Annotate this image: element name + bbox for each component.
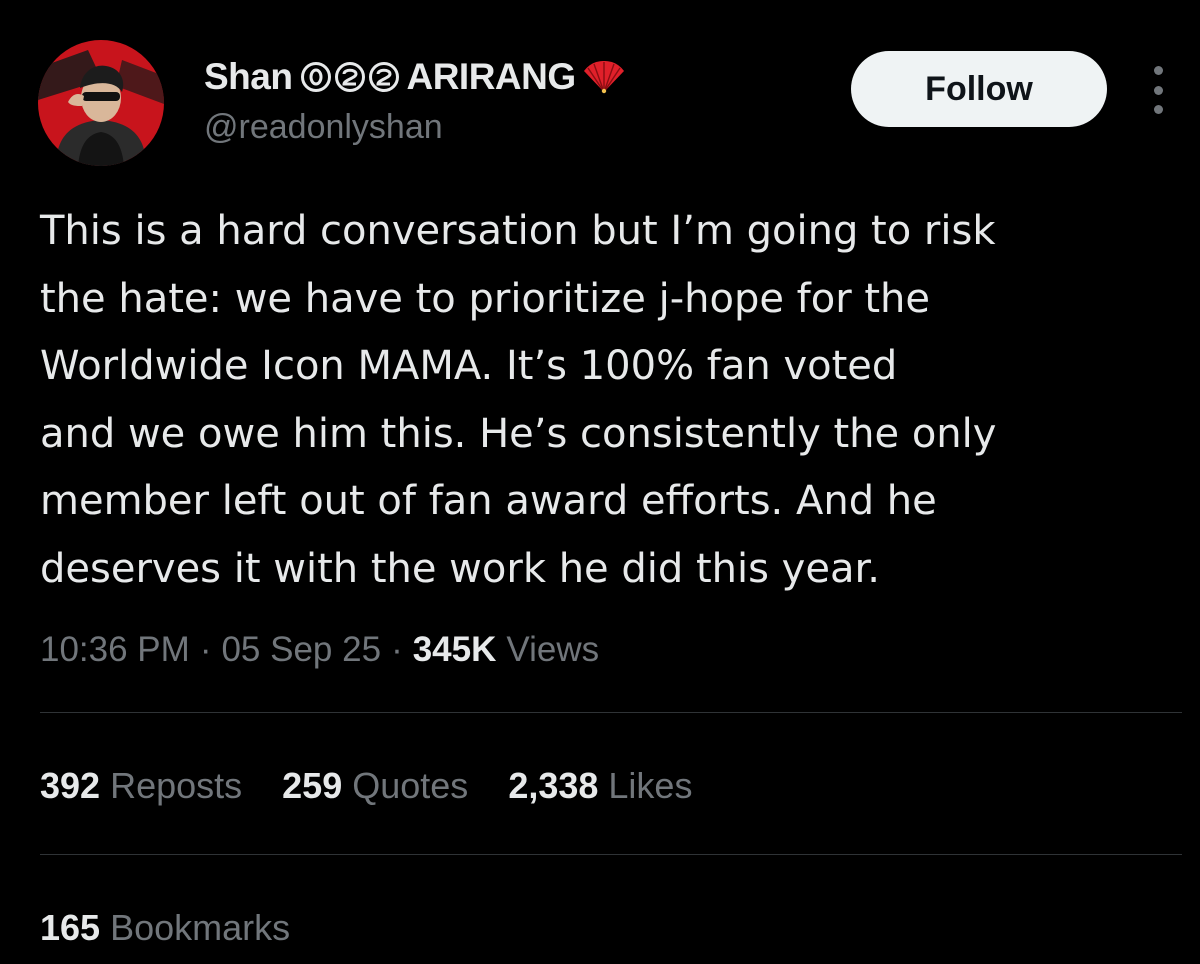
avatar[interactable] xyxy=(38,40,164,166)
circled-two-icon xyxy=(335,62,366,92)
views-label[interactable]: Views xyxy=(506,630,599,670)
name-badges xyxy=(300,61,400,93)
bookmarks-stat[interactable]: 165 Bookmarks xyxy=(40,907,290,949)
tweet-text-line: member left out of fan award efforts. An… xyxy=(40,478,937,525)
follow-button[interactable]: Follow xyxy=(851,51,1107,127)
reposts-label: Reposts xyxy=(110,765,243,806)
tweet-text: This is a hard conversation but I’m goin… xyxy=(40,198,1180,604)
likes-count: 2,338 xyxy=(508,765,599,806)
vertical-ellipsis-icon xyxy=(1153,85,1163,95)
circled-two-icon xyxy=(369,62,400,92)
reposts-stat[interactable]: 392 Reposts xyxy=(40,765,242,807)
quotes-stat[interactable]: 259 Quotes xyxy=(282,765,468,807)
author-name-row[interactable]: Shan ARIRANG xyxy=(204,52,626,102)
bookmarks-stat-row: 165 Bookmarks xyxy=(40,900,290,956)
views-count[interactable]: 345K xyxy=(413,630,497,670)
tweet-text-line: the hate: we have to prioritize j-hope f… xyxy=(40,275,931,322)
author-display-name[interactable]: Shan xyxy=(204,56,293,98)
divider xyxy=(40,854,1182,855)
likes-stat[interactable]: 2,338 Likes xyxy=(508,765,692,807)
bookmarks-label: Bookmarks xyxy=(110,907,291,948)
author-handle[interactable]: @readonlyshan xyxy=(204,108,443,147)
author-name-suffix: ARIRANG xyxy=(406,56,576,97)
more-options-button[interactable] xyxy=(1140,66,1176,114)
tweet-text-line: This is a hard conversation but I’m goin… xyxy=(40,208,996,254)
tweet-text-line: Worldwide Icon MAMA. It’s 100% fan voted xyxy=(40,343,898,390)
tweet-text-line: deserves it with the work he did this ye… xyxy=(40,545,880,592)
engagement-stats: 392 Reposts 259 Quotes 2,338 Likes xyxy=(40,758,692,814)
tweet-meta: 10:36 PM · 05 Sep 25 · 345K Views xyxy=(40,622,599,678)
red-folding-fan-icon xyxy=(583,61,624,94)
quotes-count: 259 xyxy=(282,765,343,806)
meta-separator: · xyxy=(391,630,403,669)
likes-label: Likes xyxy=(608,765,693,806)
meta-separator: · xyxy=(199,630,212,669)
vertical-ellipsis-icon xyxy=(1153,66,1163,75)
bookmarks-count: 165 xyxy=(40,907,101,948)
tweet-text-line: and we owe him this. He’s consistently t… xyxy=(40,410,997,457)
circled-zero-icon xyxy=(301,62,332,92)
quotes-label: Quotes xyxy=(352,765,469,806)
divider xyxy=(40,712,1182,713)
tweet-time[interactable]: 10:36 PM xyxy=(40,630,190,670)
profile-photo-avatar xyxy=(38,40,164,166)
tweet-date[interactable]: 05 Sep 25 xyxy=(221,630,381,670)
reposts-count: 392 xyxy=(40,765,101,806)
vertical-ellipsis-icon xyxy=(1153,105,1163,114)
